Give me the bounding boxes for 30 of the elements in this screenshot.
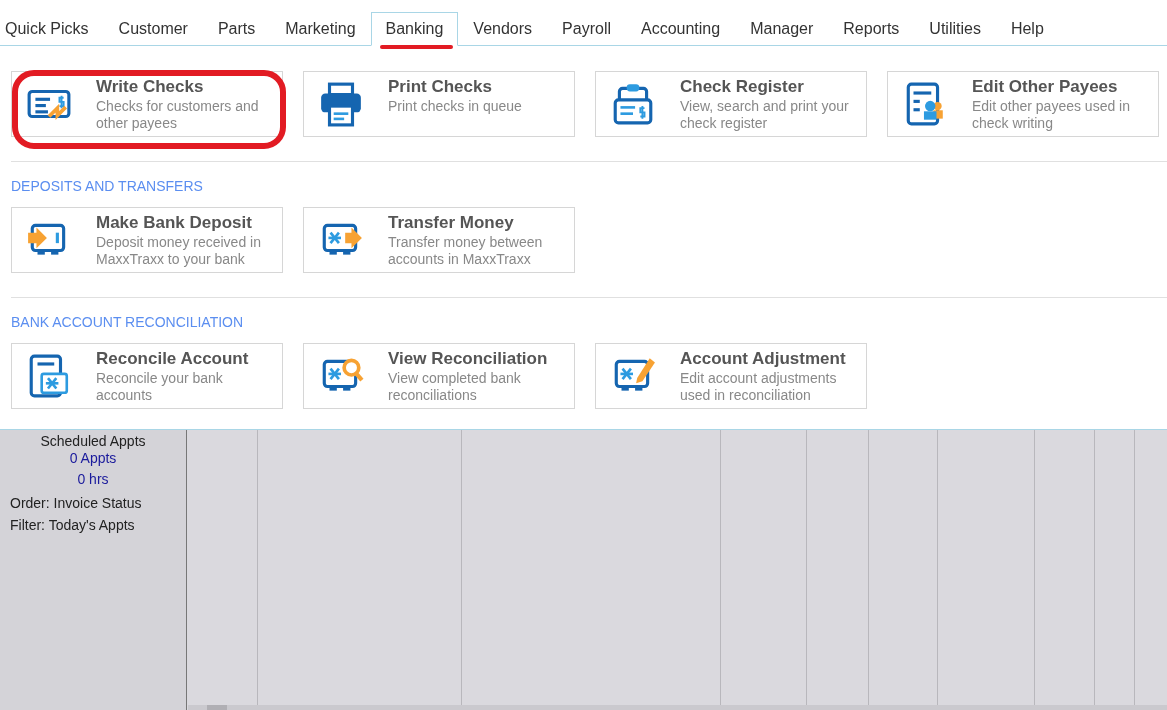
scrollbar-thumb[interactable] <box>207 705 227 710</box>
printer-icon <box>318 81 364 127</box>
menu-tab[interactable]: Utilities <box>914 12 996 46</box>
menu-tab[interactable]: Accounting <box>626 12 736 46</box>
menu-tab[interactable]: Parts <box>202 12 271 46</box>
menu-tab[interactable]: Banking <box>370 12 459 46</box>
appointment-count: 0 Appts <box>68 449 118 467</box>
section-heading: BANK ACCOUNT RECONCILIATION <box>11 313 245 332</box>
menu-tile[interactable]: Reconcile Account Reconcile your bank accounts <box>11 343 283 409</box>
menu-tile[interactable]: View Reconciliation View completed bank reconciliations <box>303 343 575 409</box>
menu-tab[interactable]: Payroll <box>547 12 626 46</box>
horizontal-scrollbar[interactable] <box>188 705 1167 710</box>
panel-title: Scheduled Appts <box>39 433 147 449</box>
menu-tab[interactable]: Reports <box>828 12 915 46</box>
menu-tab[interactable]: Vendors <box>458 12 548 46</box>
menu-tile[interactable]: Transfer Money Transfer money between accounts in MaxxTraxx <box>303 207 575 273</box>
menu-tab[interactable]: Help <box>995 12 1059 46</box>
hours-total: 0 hrs <box>76 470 110 488</box>
menu-tile[interactable]: Make Bank Deposit Deposit money received in MaxxTraxx to your bank <box>11 207 283 273</box>
order-label: Order: Invoice Status <box>9 494 143 512</box>
menu-tab[interactable]: Marketing <box>270 12 371 46</box>
menu-tile[interactable]: Account Adjustment Edit account adjustments used in reconciliation <box>595 343 867 409</box>
menu-tile[interactable]: Edit Other Payees Edit other payees used in check writing <box>887 71 1159 137</box>
menu-tab[interactable]: Quick Picks <box>4 12 104 46</box>
menu-tab[interactable]: Manager <box>735 12 829 46</box>
filter-label: Filter: Today's Appts <box>9 516 136 534</box>
menu-tile[interactable]: Check Register View, search and print your check register <box>595 71 867 137</box>
menu-tile[interactable]: Print Checks Print checks in queue <box>303 71 575 137</box>
section-heading: DEPOSITS AND TRANSFERS <box>11 177 204 196</box>
menu-tab[interactable]: Customer <box>103 12 203 46</box>
